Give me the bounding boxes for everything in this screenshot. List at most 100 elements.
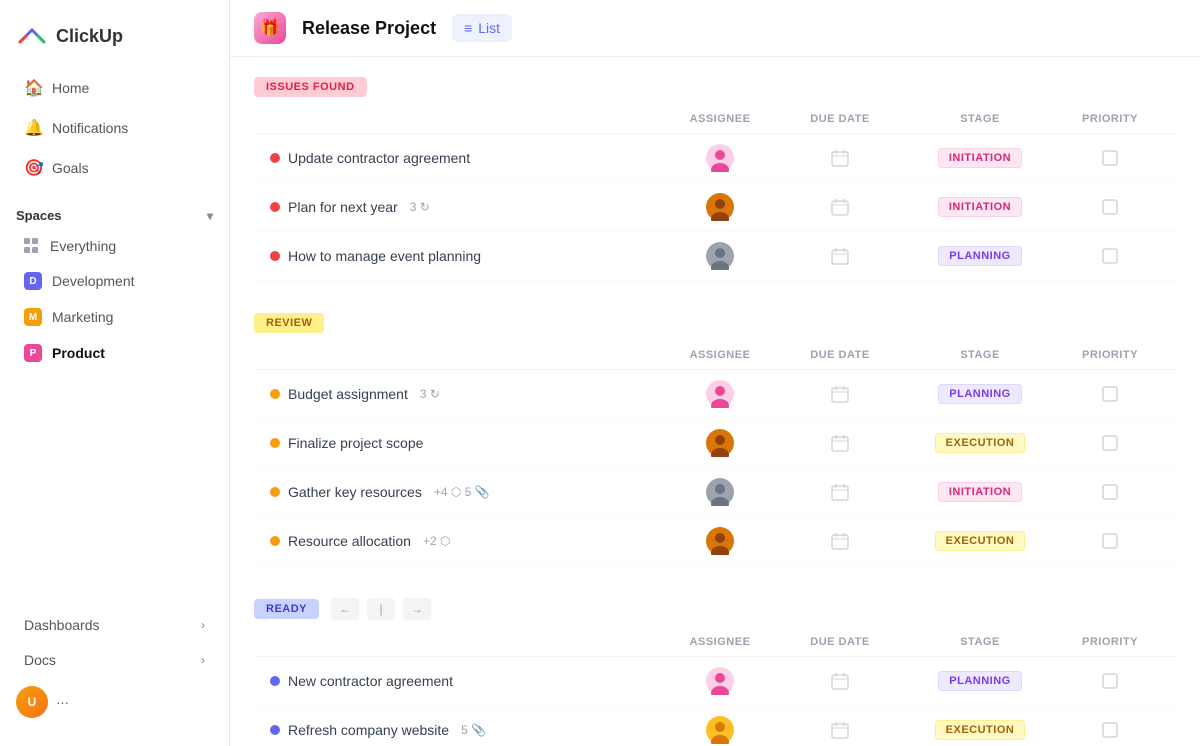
priority-cell xyxy=(1060,198,1160,216)
stage-cell: PLANNING xyxy=(900,671,1060,691)
spaces-label: Spaces xyxy=(16,208,62,223)
section-ctrl-3[interactable]: → xyxy=(403,598,431,620)
review-badge[interactable]: REVIEW xyxy=(254,313,324,333)
avatar xyxy=(706,716,734,744)
sidebar-item-home[interactable]: 🏠 Home xyxy=(8,69,221,107)
task-label: New contractor agreement xyxy=(288,673,453,689)
assignee-cell xyxy=(660,429,780,457)
sidebar-label-development: Development xyxy=(52,273,135,289)
col-priority: PRIORITY xyxy=(1060,349,1160,361)
chevron-right-icon: › xyxy=(201,618,205,632)
logo[interactable]: ClickUp xyxy=(0,12,229,68)
assignee-cell xyxy=(660,716,780,744)
stage-badge: PLANNING xyxy=(938,384,1021,404)
due-date-cell[interactable] xyxy=(780,483,900,501)
task-dot-yellow xyxy=(270,389,280,399)
project-icon: 🎁 xyxy=(254,12,286,44)
priority-icon xyxy=(1101,434,1119,452)
stage-cell: INITIATION xyxy=(900,482,1060,502)
task-extras: +4 ⬡ 5 📎 xyxy=(434,485,490,499)
ready-badge[interactable]: READY xyxy=(254,599,319,619)
priority-icon xyxy=(1101,149,1119,167)
task-label: Finalize project scope xyxy=(288,435,423,451)
section-issues-found: ISSUES FOUND ASSIGNEE DUE DATE STAGE PRI… xyxy=(254,77,1176,281)
dashboards-label: Dashboards xyxy=(24,617,100,633)
section-header-issues: ISSUES FOUND xyxy=(254,77,1176,97)
clickup-logo-icon xyxy=(16,20,48,52)
task-name: New contractor agreement xyxy=(270,673,660,689)
bell-icon: 🔔 xyxy=(24,118,42,138)
home-icon: 🏠 xyxy=(24,78,42,98)
assignee-cell xyxy=(660,144,780,172)
priority-cell xyxy=(1060,672,1160,690)
issues-badge[interactable]: ISSUES FOUND xyxy=(254,77,367,97)
docs-label: Docs xyxy=(24,652,56,668)
col-stage: STAGE xyxy=(900,113,1060,125)
sidebar-item-notifications[interactable]: 🔔 Notifications xyxy=(8,109,221,147)
user-section[interactable]: U ··· xyxy=(0,678,229,726)
due-date-cell[interactable] xyxy=(780,149,900,167)
sidebar-item-dashboards[interactable]: Dashboards › xyxy=(8,608,221,642)
task-name: How to manage event planning xyxy=(270,248,660,264)
section-review: REVIEW ASSIGNEE DUE DATE STAGE PRIORITY … xyxy=(254,313,1176,566)
due-date-cell[interactable] xyxy=(780,385,900,403)
table-row: Budget assignment 3 ↻ PLANNING xyxy=(254,370,1176,419)
chevron-down-icon[interactable]: ▾ xyxy=(207,209,213,223)
assignee-cell xyxy=(660,193,780,221)
chevron-right-icon: › xyxy=(201,653,205,667)
priority-icon xyxy=(1101,483,1119,501)
priority-icon xyxy=(1101,198,1119,216)
task-dot-yellow xyxy=(270,438,280,448)
sidebar-item-docs[interactable]: Docs › xyxy=(8,643,221,677)
sidebar-item-marketing[interactable]: M Marketing xyxy=(8,300,221,334)
task-dot-blue xyxy=(270,725,280,735)
priority-icon xyxy=(1101,385,1119,403)
sidebar-label-everything: Everything xyxy=(50,238,116,254)
stage-badge: INITIATION xyxy=(938,148,1022,168)
avatar xyxy=(706,478,734,506)
due-date-cell[interactable] xyxy=(780,198,900,216)
calendar-icon xyxy=(831,532,849,550)
section-controls: ← | → xyxy=(331,598,431,620)
user-name: ··· xyxy=(56,695,69,710)
stage-cell: INITIATION xyxy=(900,197,1060,217)
stage-badge: INITIATION xyxy=(938,197,1022,217)
sidebar-label-home: Home xyxy=(52,80,89,96)
task-count: 3 ↻ xyxy=(410,200,430,214)
sidebar-item-development[interactable]: D Development xyxy=(8,264,221,298)
priority-icon xyxy=(1101,721,1119,739)
calendar-icon xyxy=(831,149,849,167)
project-title: Release Project xyxy=(302,18,436,39)
priority-icon xyxy=(1101,532,1119,550)
calendar-icon xyxy=(831,483,849,501)
due-date-cell[interactable] xyxy=(780,247,900,265)
task-name: Resource allocation +2 ⬡ xyxy=(270,533,660,549)
sidebar-item-goals[interactable]: 🎯 Goals xyxy=(8,149,221,187)
due-date-cell[interactable] xyxy=(780,532,900,550)
assignee-cell xyxy=(660,667,780,695)
task-name: Finalize project scope xyxy=(270,435,660,451)
col-priority: PRIORITY xyxy=(1060,636,1160,648)
sidebar-label-goals: Goals xyxy=(52,160,89,176)
list-view-tab[interactable]: ≡ List xyxy=(452,14,512,42)
col-duedate: DUE DATE xyxy=(780,349,900,361)
avatar xyxy=(706,193,734,221)
stage-badge: PLANNING xyxy=(938,671,1021,691)
task-label: Budget assignment xyxy=(288,386,408,402)
task-dot-red xyxy=(270,153,280,163)
priority-cell xyxy=(1060,247,1160,265)
sidebar-item-product[interactable]: P Product xyxy=(8,336,221,370)
priority-icon xyxy=(1101,672,1119,690)
due-date-cell[interactable] xyxy=(780,434,900,452)
stage-cell: INITIATION xyxy=(900,148,1060,168)
sidebar-item-everything[interactable]: Everything xyxy=(8,230,221,262)
stage-badge: EXECUTION xyxy=(935,720,1026,740)
marketing-dot: M xyxy=(24,308,42,326)
table-row: Resource allocation +2 ⬡ EXECUTION xyxy=(254,517,1176,566)
section-ctrl-2[interactable]: | xyxy=(367,598,395,620)
due-date-cell[interactable] xyxy=(780,721,900,739)
collapse-btn[interactable]: ← xyxy=(331,598,359,620)
table-row: How to manage event planning PLANNING xyxy=(254,232,1176,281)
task-dot-yellow xyxy=(270,487,280,497)
due-date-cell[interactable] xyxy=(780,672,900,690)
